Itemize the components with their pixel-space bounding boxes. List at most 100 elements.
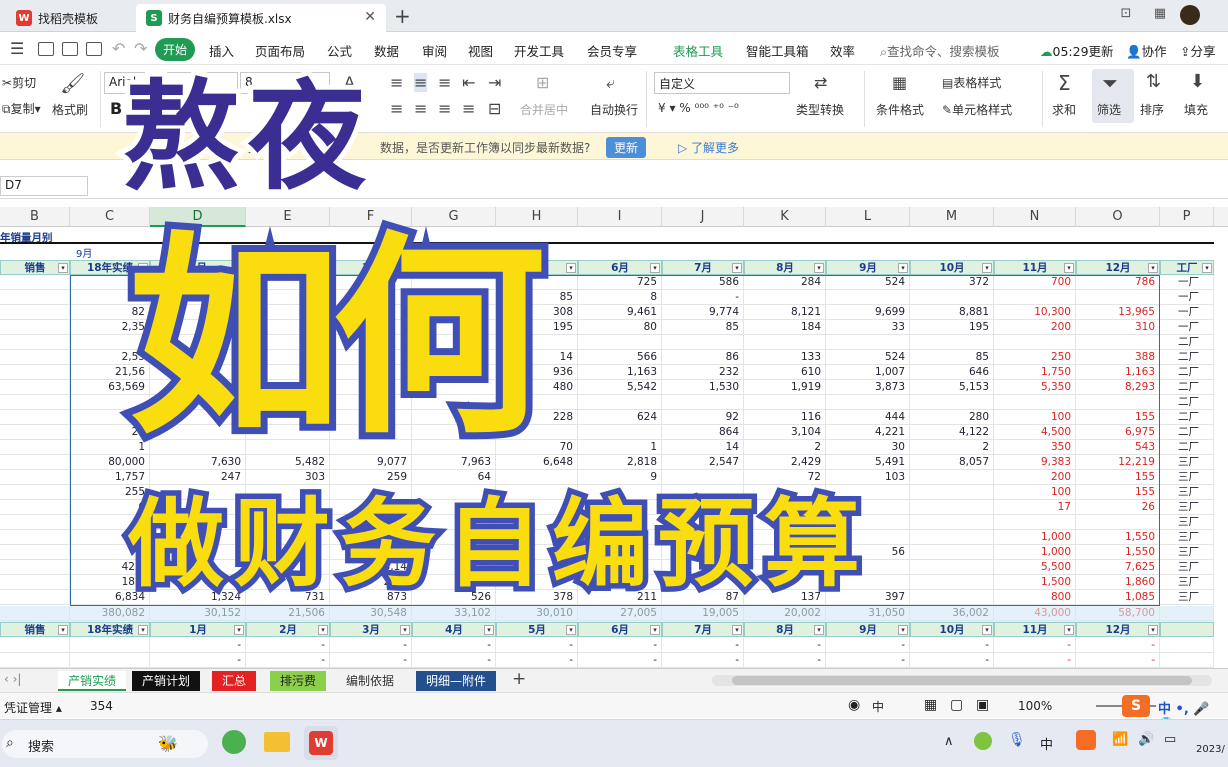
table-cell[interactable] [0, 275, 70, 290]
align-left-icon[interactable]: ≡ [390, 99, 403, 118]
table-cell[interactable]: 1,550 [1076, 545, 1160, 560]
table-cell[interactable]: - [246, 653, 330, 668]
table-cell[interactable]: 1,919 [744, 380, 826, 395]
table-cell[interactable]: - [412, 638, 496, 653]
table-cell[interactable]: 4,122 [910, 425, 994, 440]
table-cell[interactable]: 1,163 [578, 365, 662, 380]
table-cell[interactable]: 26 [1076, 500, 1160, 515]
column-header-I[interactable]: I [578, 207, 662, 227]
scrollbar-thumb[interactable] [732, 676, 1192, 685]
column-header-B[interactable]: B [0, 207, 70, 227]
menu-data[interactable]: 数据 [374, 41, 399, 60]
table-cell[interactable]: - [412, 653, 496, 668]
menu-table-tools[interactable]: 表格工具 [673, 41, 723, 60]
table-cell[interactable]: 247 [150, 470, 246, 485]
header-cell[interactable]: 工厂 ▾ [1160, 260, 1214, 275]
table-cell[interactable] [70, 653, 150, 668]
header-cell[interactable]: 12月 ▾ [1076, 260, 1160, 275]
number-format-select[interactable]: 自定义 [654, 72, 790, 94]
table-cell[interactable]: 92 [662, 410, 744, 425]
table-cell[interactable]: 1 [578, 440, 662, 455]
table-cell[interactable]: 36,002 [910, 606, 994, 621]
table-cell[interactable]: 二厂 [1160, 350, 1214, 365]
table-cell[interactable]: 786 [1076, 275, 1160, 290]
table-cell[interactable]: 三厂 [1160, 545, 1214, 560]
filter-dropdown-icon[interactable]: ▾ [982, 625, 992, 635]
taskbar-ime[interactable]: 中 [1040, 734, 1053, 753]
table-cell[interactable] [0, 515, 70, 530]
window-layout-icon[interactable]: ⊡ [1116, 6, 1136, 26]
align-middle-icon[interactable]: ≡ [414, 73, 428, 92]
table-style-button[interactable]: ▤表格样式 [942, 74, 1001, 91]
table-cell[interactable]: 三厂 [1160, 500, 1214, 515]
tray-expand-icon[interactable]: ∧ [944, 734, 954, 749]
update-button[interactable]: 更新 [606, 137, 647, 158]
filter-dropdown-icon[interactable]: ▾ [732, 263, 742, 273]
table-cell[interactable]: - [1076, 638, 1160, 653]
table-cell[interactable]: 200 [994, 320, 1076, 335]
table-cell[interactable] [0, 365, 70, 380]
bold-button[interactable]: B [110, 99, 122, 118]
table-cell[interactable]: 一厂 [1160, 275, 1214, 290]
column-header-J[interactable]: J [662, 207, 744, 227]
tab-daoke[interactable]: W 找稻壳模板 [6, 4, 134, 32]
table-cell[interactable] [578, 335, 662, 350]
table-cell[interactable] [910, 485, 994, 500]
table-cell[interactable] [578, 395, 662, 410]
table-cell[interactable]: 30,152 [150, 606, 246, 621]
table-cell[interactable]: 7,625 [1076, 560, 1160, 575]
table-cell[interactable]: 80 [578, 320, 662, 335]
header-cell[interactable]: 6月 ▾ [578, 622, 662, 637]
table-cell[interactable] [496, 470, 578, 485]
header-cell[interactable]: 10月 ▾ [910, 622, 994, 637]
menu-home[interactable]: 开始 [155, 38, 196, 61]
ime-status[interactable]: 中 [872, 698, 884, 715]
tab-budget-file[interactable]: S 财务自编预算模板.xlsx ✕ [136, 4, 386, 32]
table-cell[interactable]: 27,005 [578, 606, 662, 621]
command-search[interactable]: ⌕查找命令、搜索模板 [880, 41, 1000, 60]
table-cell[interactable]: 三厂 [1160, 590, 1214, 605]
cell-style-button[interactable]: ✎单元格样式 [942, 101, 1012, 118]
app-icon-360[interactable] [222, 730, 246, 754]
table-cell[interactable]: 8,293 [1076, 380, 1160, 395]
header-cell[interactable]: 12月 ▾ [1076, 622, 1160, 637]
table-cell[interactable]: 1,530 [662, 380, 744, 395]
table-cell[interactable]: 5,350 [994, 380, 1076, 395]
merge-center-button[interactable]: 合并居中 [520, 101, 568, 118]
format-painter-label[interactable]: 格式刷 [52, 101, 88, 118]
table-cell[interactable]: 700 [994, 275, 1076, 290]
table-cell[interactable]: 310 [1076, 320, 1160, 335]
table-cell[interactable] [994, 515, 1076, 530]
header-cell[interactable]: 6月 ▾ [578, 260, 662, 275]
table-cell[interactable]: 155 [1076, 410, 1160, 425]
table-cell[interactable]: - [246, 638, 330, 653]
table-cell[interactable]: 二厂 [1160, 380, 1214, 395]
zoom-level[interactable]: 100% [1018, 699, 1052, 713]
filter-dropdown-icon[interactable]: ▾ [982, 263, 992, 273]
table-cell[interactable]: - [744, 638, 826, 653]
table-cell[interactable]: 1,750 [994, 365, 1076, 380]
mic-icon[interactable]: 🎙 [1008, 732, 1026, 748]
table-cell[interactable]: 2,818 [578, 455, 662, 470]
table-cell[interactable]: 184 [744, 320, 826, 335]
table-cell[interactable]: 646 [910, 365, 994, 380]
fill-button[interactable]: 填充 [1184, 101, 1208, 118]
filter-dropdown-icon[interactable]: ▾ [566, 263, 576, 273]
cloud-sync-status[interactable]: ☁05:29更新 [1040, 41, 1114, 60]
table-cell[interactable]: 4,500 [994, 425, 1076, 440]
share-button[interactable]: ⇪分享 [1180, 41, 1216, 60]
table-cell[interactable]: 280 [910, 410, 994, 425]
table-cell[interactable] [1076, 335, 1160, 350]
tray-app-icon[interactable] [974, 732, 992, 750]
table-cell[interactable]: 86 [662, 350, 744, 365]
filter-dropdown-icon[interactable]: ▾ [898, 263, 908, 273]
horizontal-scrollbar[interactable] [712, 675, 1212, 686]
table-cell[interactable]: - [994, 653, 1076, 668]
table-cell[interactable] [744, 335, 826, 350]
table-cell[interactable]: 30,548 [330, 606, 412, 621]
table-cell[interactable]: 2,429 [744, 455, 826, 470]
table-cell[interactable] [1160, 638, 1214, 653]
table-cell[interactable]: 8,121 [744, 305, 826, 320]
table-cell[interactable] [578, 425, 662, 440]
table-cell[interactable]: 200 [994, 470, 1076, 485]
